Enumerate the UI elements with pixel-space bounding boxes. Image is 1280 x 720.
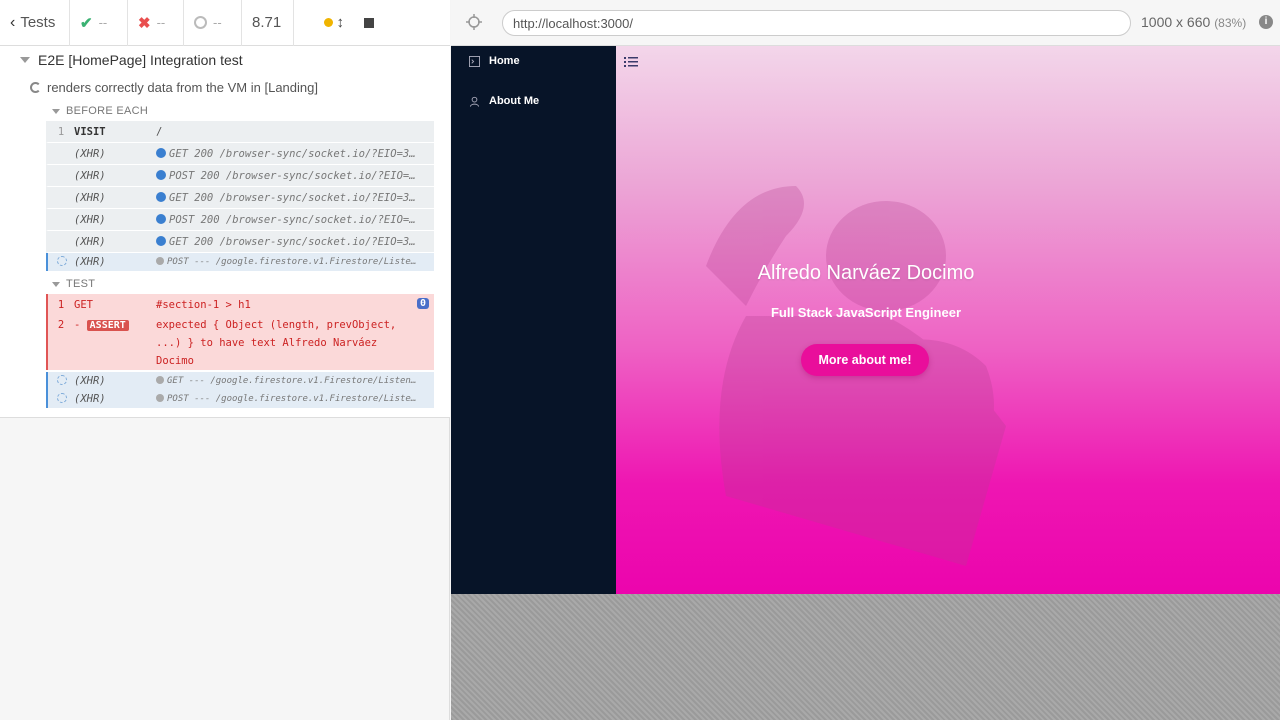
hero-subtitle: Full Stack JavaScript Engineer xyxy=(770,305,962,320)
test-title[interactable]: renders correctly data from the VM in [L… xyxy=(30,80,318,95)
runner-toolbar: ‹ Tests ✔ -- ✖ -- -- 8.71 ↕ xyxy=(0,0,450,46)
crosshair-icon[interactable] xyxy=(465,13,483,31)
stop-icon xyxy=(364,17,374,28)
check-icon: ✔ xyxy=(80,14,93,32)
scroll-toggle[interactable]: ↕ xyxy=(294,0,354,46)
hero-title: Alfredo Narváez Docimo xyxy=(757,262,975,284)
user-icon xyxy=(469,96,480,107)
suite-title[interactable]: E2E [HomePage] Integration test xyxy=(20,52,243,68)
command-row[interactable]: (XHR) POST 200 /browser-sync/socket.io/?… xyxy=(46,165,434,187)
menu-list-icon[interactable] xyxy=(624,56,638,68)
before-each-hook[interactable]: BEFORE EACH xyxy=(52,105,148,117)
command-row[interactable]: (XHR) POST 200 /browser-sync/socket.io/?… xyxy=(46,209,434,231)
tests-label: Tests xyxy=(20,14,56,31)
caret-down-icon xyxy=(20,57,30,63)
command-row[interactable]: (XHR) GET 200 /browser-sync/socket.io/?E… xyxy=(46,143,434,165)
failed-stat: ✖ -- xyxy=(128,0,184,46)
caret-down-icon xyxy=(52,281,60,287)
command-row[interactable]: (XHR) GET 200 /browser-sync/socket.io/?E… xyxy=(46,187,434,209)
loading-icon xyxy=(57,392,67,403)
passed-stat: ✔ -- xyxy=(70,0,128,46)
nav-item-about-me[interactable]: About Me xyxy=(469,95,539,107)
xhr-status-dot-icon xyxy=(156,191,166,202)
nav-item-home[interactable]: Home xyxy=(469,55,520,67)
xhr-status-dot-icon xyxy=(156,394,164,402)
xhr-status-dot-icon xyxy=(156,376,164,384)
url-input[interactable]: http://localhost:3000/ xyxy=(502,10,1131,36)
duration: 8.71 xyxy=(242,0,294,46)
command-log: E2E [HomePage] Integration test renders … xyxy=(0,46,450,418)
app-sidebar: Home About Me xyxy=(451,46,616,594)
chevron-left-icon: ‹ xyxy=(10,13,16,31)
tests-back-button[interactable]: ‹ Tests xyxy=(0,0,70,46)
browser-url-bar: http://localhost:3000/ 1000 x 660 (83%) … xyxy=(451,0,1280,46)
loading-icon xyxy=(57,255,67,266)
app-under-test: Home About Me Alfredo Narváez Docimo Ful… xyxy=(451,46,1280,594)
xhr-status-dot-icon xyxy=(156,169,166,180)
command-row-pending[interactable]: (XHR) POST --- /google.firestore.v1.Fire… xyxy=(46,390,434,408)
element-count-badge: 0 xyxy=(416,298,429,309)
info-icon[interactable]: i xyxy=(1259,15,1273,29)
test-body-hook[interactable]: TEST xyxy=(52,278,95,290)
x-icon: ✖ xyxy=(138,14,151,32)
command-row[interactable]: (XHR) GET 200 /browser-sync/socket.io/?E… xyxy=(46,231,434,253)
pending-stat: -- xyxy=(184,0,242,46)
xhr-status-dot-icon xyxy=(156,235,166,246)
viewport-background xyxy=(451,594,1280,720)
more-about-me-button[interactable]: More about me! xyxy=(801,344,929,376)
test-runner-panel: ‹ Tests ✔ -- ✖ -- -- 8.71 ↕ E2E [HomePag… xyxy=(0,0,450,720)
viewport-size: 1000 x 660 (83%) xyxy=(1141,14,1247,30)
stop-button[interactable] xyxy=(354,0,394,46)
command-row-pending[interactable]: (XHR) GET --- /google.firestore.v1.Fires… xyxy=(46,372,434,390)
arrows-vertical-icon: ↕ xyxy=(336,14,345,31)
xhr-status-dot-icon xyxy=(156,257,164,265)
spinner-icon xyxy=(30,82,41,93)
circle-icon xyxy=(194,16,207,29)
hero-section: Alfredo Narváez Docimo Full Stack JavaSc… xyxy=(616,46,1280,594)
assert-badge: ASSERT xyxy=(86,320,129,331)
caret-down-icon xyxy=(52,108,60,114)
loading-icon xyxy=(57,374,67,385)
terminal-icon xyxy=(469,55,480,67)
xhr-status-dot-icon xyxy=(156,213,166,224)
command-row-pending[interactable]: (XHR) POST --- /google.firestore.v1.Fire… xyxy=(46,253,434,271)
command-row-assert[interactable]: 2 - ASSERT expected { Object (length, pr… xyxy=(46,316,434,370)
command-row-get[interactable]: 1 GET #section-1 > h1 0 xyxy=(46,294,434,316)
xhr-status-dot-icon xyxy=(156,147,166,158)
command-row[interactable]: 1 VISIT / xyxy=(46,121,434,143)
status-dot-icon xyxy=(323,18,333,27)
